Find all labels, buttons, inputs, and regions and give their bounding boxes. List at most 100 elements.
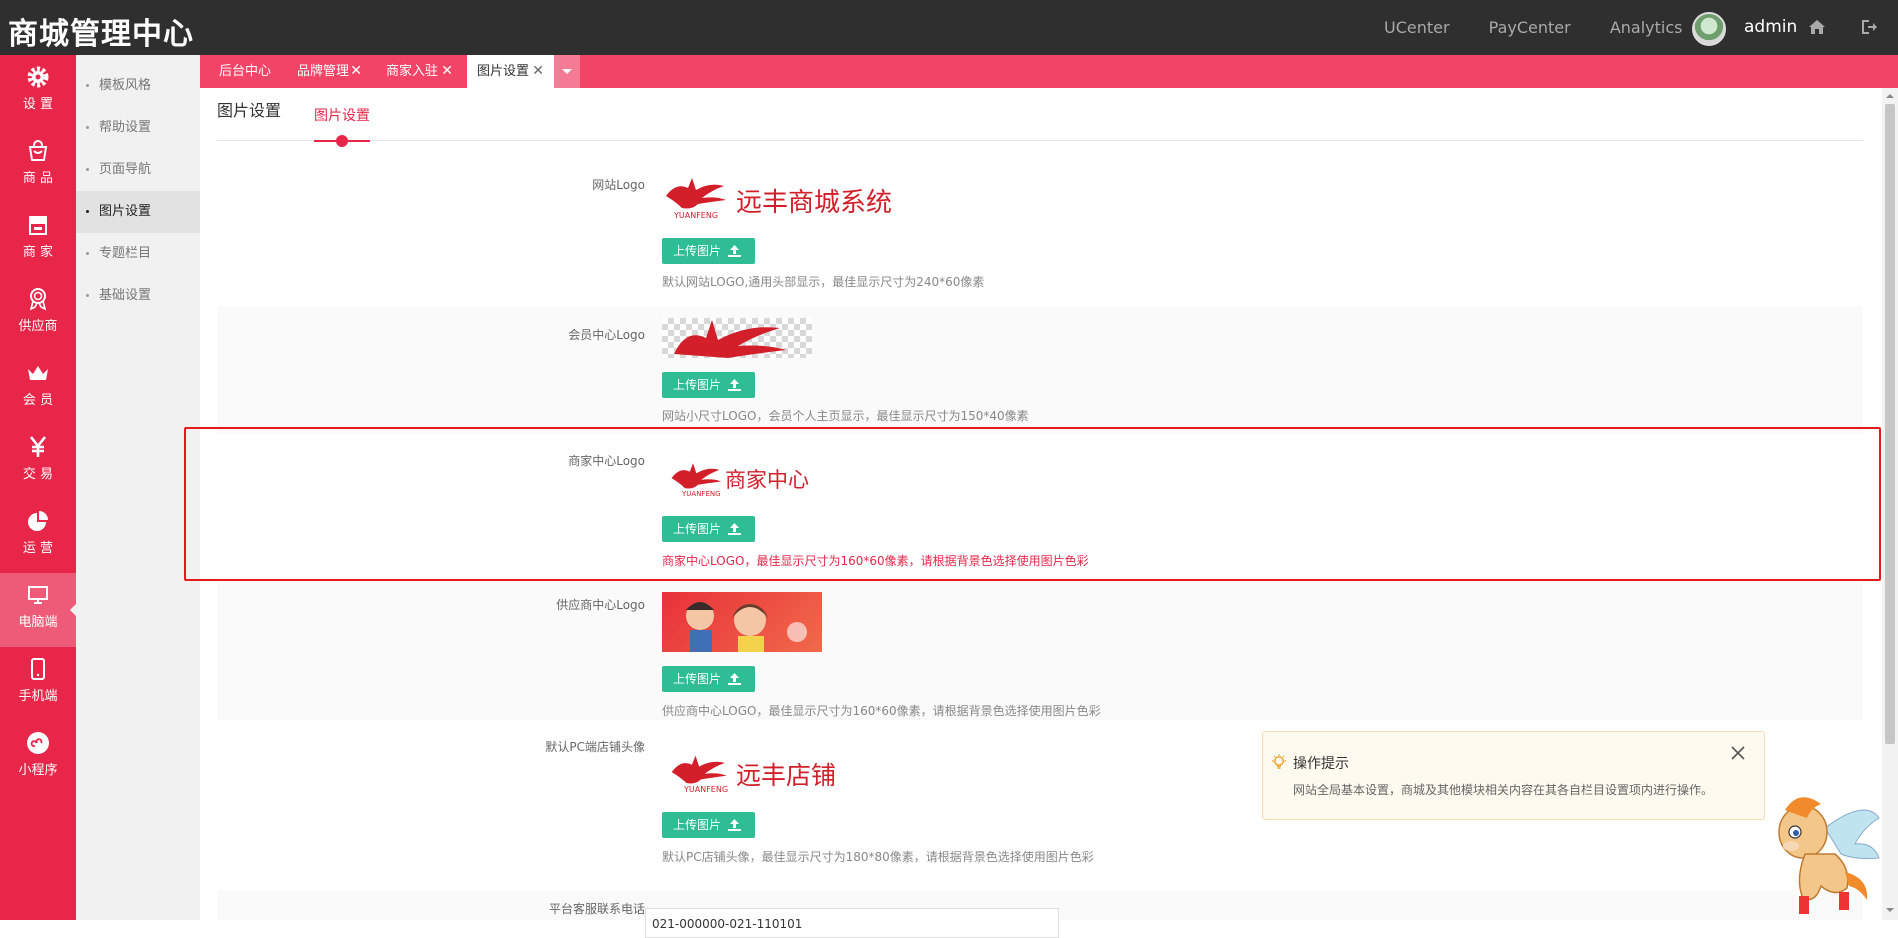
logo-text: 远丰店铺: [736, 761, 837, 790]
nav-label: 会 员: [22, 393, 54, 408]
close-icon[interactable]: [1729, 744, 1747, 762]
close-icon[interactable]: ✕: [532, 55, 544, 88]
upload-label: 上传图片: [673, 522, 722, 536]
nav-label: 运 营: [22, 541, 54, 556]
upload-icon: [728, 673, 741, 685]
tab-more-dropdown[interactable]: [554, 55, 580, 88]
upload-button[interactable]: 上传图片: [662, 238, 755, 264]
crown-icon: [28, 366, 48, 380]
subnav-item-basic[interactable]: 基础设置: [76, 275, 200, 317]
field-hint: 默认PC店铺头像，最佳显示尺寸为180*80像素，请根据背景色选择使用图片色彩: [662, 850, 1094, 864]
top-link-analytics[interactable]: Analytics: [1610, 18, 1683, 37]
nav-label: 商 家: [22, 245, 54, 260]
upload-icon: [728, 245, 741, 257]
merchant-logo-image: YUANFENG 商家中心: [662, 458, 842, 502]
tab-image-settings[interactable]: 图片设置 ✕: [467, 55, 554, 88]
nav-item-mobile[interactable]: 手机端: [0, 647, 76, 721]
top-link-paycenter[interactable]: PayCenter: [1489, 18, 1571, 37]
tab-label: 后台中心: [219, 64, 272, 79]
upload-button[interactable]: 上传图片: [662, 812, 755, 838]
scroll-down-icon[interactable]: [1886, 908, 1894, 916]
scrollbar[interactable]: [1882, 88, 1898, 920]
upload-icon: [728, 379, 741, 391]
tab-label: 品牌管理: [297, 64, 350, 79]
subnav-item-image-settings[interactable]: 图片设置: [76, 191, 200, 233]
nav-item-merchant[interactable]: 商 家: [0, 203, 76, 277]
store-icon: [29, 216, 47, 235]
primary-nav: 设 置 商 品 商 家 供应商 会 员 交 易 运 营 电脑端 手机端 小程序: [0, 55, 77, 920]
upload-button[interactable]: 上传图片: [662, 516, 755, 542]
phone-icon: [31, 658, 45, 680]
upload-button[interactable]: 上传图片: [662, 372, 755, 398]
nav-item-settings[interactable]: 设 置: [0, 55, 76, 129]
field-label: 商家中心Logo: [568, 454, 645, 468]
nav-item-pc[interactable]: 电脑端: [0, 573, 77, 647]
tab-label: 图片设置: [477, 64, 530, 79]
tab-label: 商家入驻: [386, 64, 439, 79]
monitor-icon: [28, 586, 48, 604]
scroll-up-icon[interactable]: [1886, 90, 1894, 98]
operation-tip: 操作提示 网站全局基本设置，商城及其他模块相关内容在其各自栏目设置项内进行操作。: [1262, 731, 1765, 820]
supplier-logo-image: [662, 592, 822, 652]
close-icon[interactable]: ✕: [350, 55, 362, 88]
home-icon[interactable]: [1808, 18, 1826, 36]
nav-item-trade[interactable]: 交 易: [0, 425, 76, 499]
field-hint: 供应商中心LOGO，最佳显示尺寸为160*60像素，请根据背景色选择使用图片色彩: [662, 704, 1101, 718]
field-hint: 默认网站LOGO,通用头部显示，最佳显示尺寸为240*60像素: [662, 275, 985, 289]
nav-item-member[interactable]: 会 员: [0, 351, 76, 425]
nav-label: 商 品: [22, 171, 54, 186]
logo-text: 商家中心: [725, 468, 809, 492]
member-logo-image: [662, 318, 812, 358]
upload-label: 上传图片: [673, 244, 722, 258]
secondary-nav: 模板风格 帮助设置 页面导航 图片设置 专题栏目 基础设置: [76, 55, 200, 920]
field-label: 默认PC端店铺头像: [545, 740, 645, 754]
nav-item-operation[interactable]: 运 营: [0, 499, 76, 573]
field-hint: 商家中心LOGO，最佳显示尺寸为160*60像素，请根据背景色选择使用图片色彩: [662, 554, 1089, 568]
divider: [217, 140, 1863, 141]
field-merchant-logo: 商家中心Logo YUANFENG 商家中心 上传图片 商家中心LOGO，最佳显…: [217, 436, 1863, 578]
tip-text: 网站全局基本设置，商城及其他模块相关内容在其各自栏目设置项内进行操作。: [1293, 783, 1714, 797]
site-logo-image: YUANFENG 远丰商城系统: [662, 174, 902, 224]
logo-sub-text: YUANFENG: [682, 490, 721, 498]
avatar[interactable]: [1692, 12, 1726, 46]
scrollbar-thumb[interactable]: [1885, 104, 1895, 744]
logout-icon[interactable]: [1860, 18, 1878, 36]
tab-merchant-entry[interactable]: 商家入驻 ✕: [367, 55, 463, 88]
subnav-item-topics[interactable]: 专题栏目: [76, 233, 200, 275]
tab-bar: 后台中心 品牌管理 ✕ 商家入驻 ✕ 图片设置 ✕: [200, 55, 1898, 88]
close-icon[interactable]: ✕: [441, 55, 453, 88]
service-phone-input[interactable]: 021-000000-021-110101: [645, 908, 1059, 938]
top-links: UCenter PayCenter Analytics: [1384, 18, 1716, 37]
page-title: 图片设置: [217, 101, 282, 120]
field-hint: 网站小尺寸LOGO，会员个人主页显示，最佳显示尺寸为150*40像素: [662, 409, 1029, 423]
tab-backend-center[interactable]: 后台中心: [200, 55, 290, 88]
upload-icon: [728, 523, 741, 535]
tip-title: 操作提示: [1293, 756, 1349, 772]
logo-text: 远丰商城系统: [736, 188, 893, 218]
nav-item-supplier[interactable]: 供应商: [0, 277, 76, 351]
pony-mascot-image: [1778, 797, 1880, 914]
nav-item-miniprogram[interactable]: 小程序: [0, 721, 76, 795]
miniprogram-icon: [27, 732, 49, 754]
app-title: 商城管理中心: [8, 17, 194, 52]
nav-item-goods[interactable]: 商 品: [0, 129, 76, 203]
field-label: 供应商中心Logo: [556, 598, 645, 612]
subnav-item-help[interactable]: 帮助设置: [76, 107, 200, 149]
subtab-image-settings[interactable]: 图片设置: [314, 105, 370, 125]
top-link-ucenter[interactable]: UCenter: [1384, 18, 1450, 37]
subnav-item-template[interactable]: 模板风格: [76, 65, 200, 107]
tab-brand-management[interactable]: 品牌管理 ✕: [278, 55, 372, 88]
field-member-logo: 会员中心Logo 上传图片 网站小尺寸LOGO，会员个人主页显示，最佳显示尺寸为…: [217, 306, 1863, 434]
field-label: 平台客服联系电话: [548, 902, 645, 916]
nav-label: 设 置: [22, 97, 54, 112]
upload-label: 上传图片: [673, 818, 722, 832]
upload-label: 上传图片: [673, 378, 722, 392]
nav-label: 小程序: [18, 763, 58, 778]
subnav-item-page-nav[interactable]: 页面导航: [76, 149, 200, 191]
store-avatar-image: YUANFENG 远丰店铺: [662, 750, 842, 798]
upload-button[interactable]: 上传图片: [662, 666, 755, 692]
user-name[interactable]: admin: [1744, 17, 1797, 37]
lightbulb-icon: [1272, 754, 1286, 769]
nav-label: 手机端: [18, 689, 58, 704]
field-supplier-logo: 供应商中心Logo 上传图片 供应商中心LOGO，最佳显示尺寸为160*60像素…: [217, 580, 1863, 720]
